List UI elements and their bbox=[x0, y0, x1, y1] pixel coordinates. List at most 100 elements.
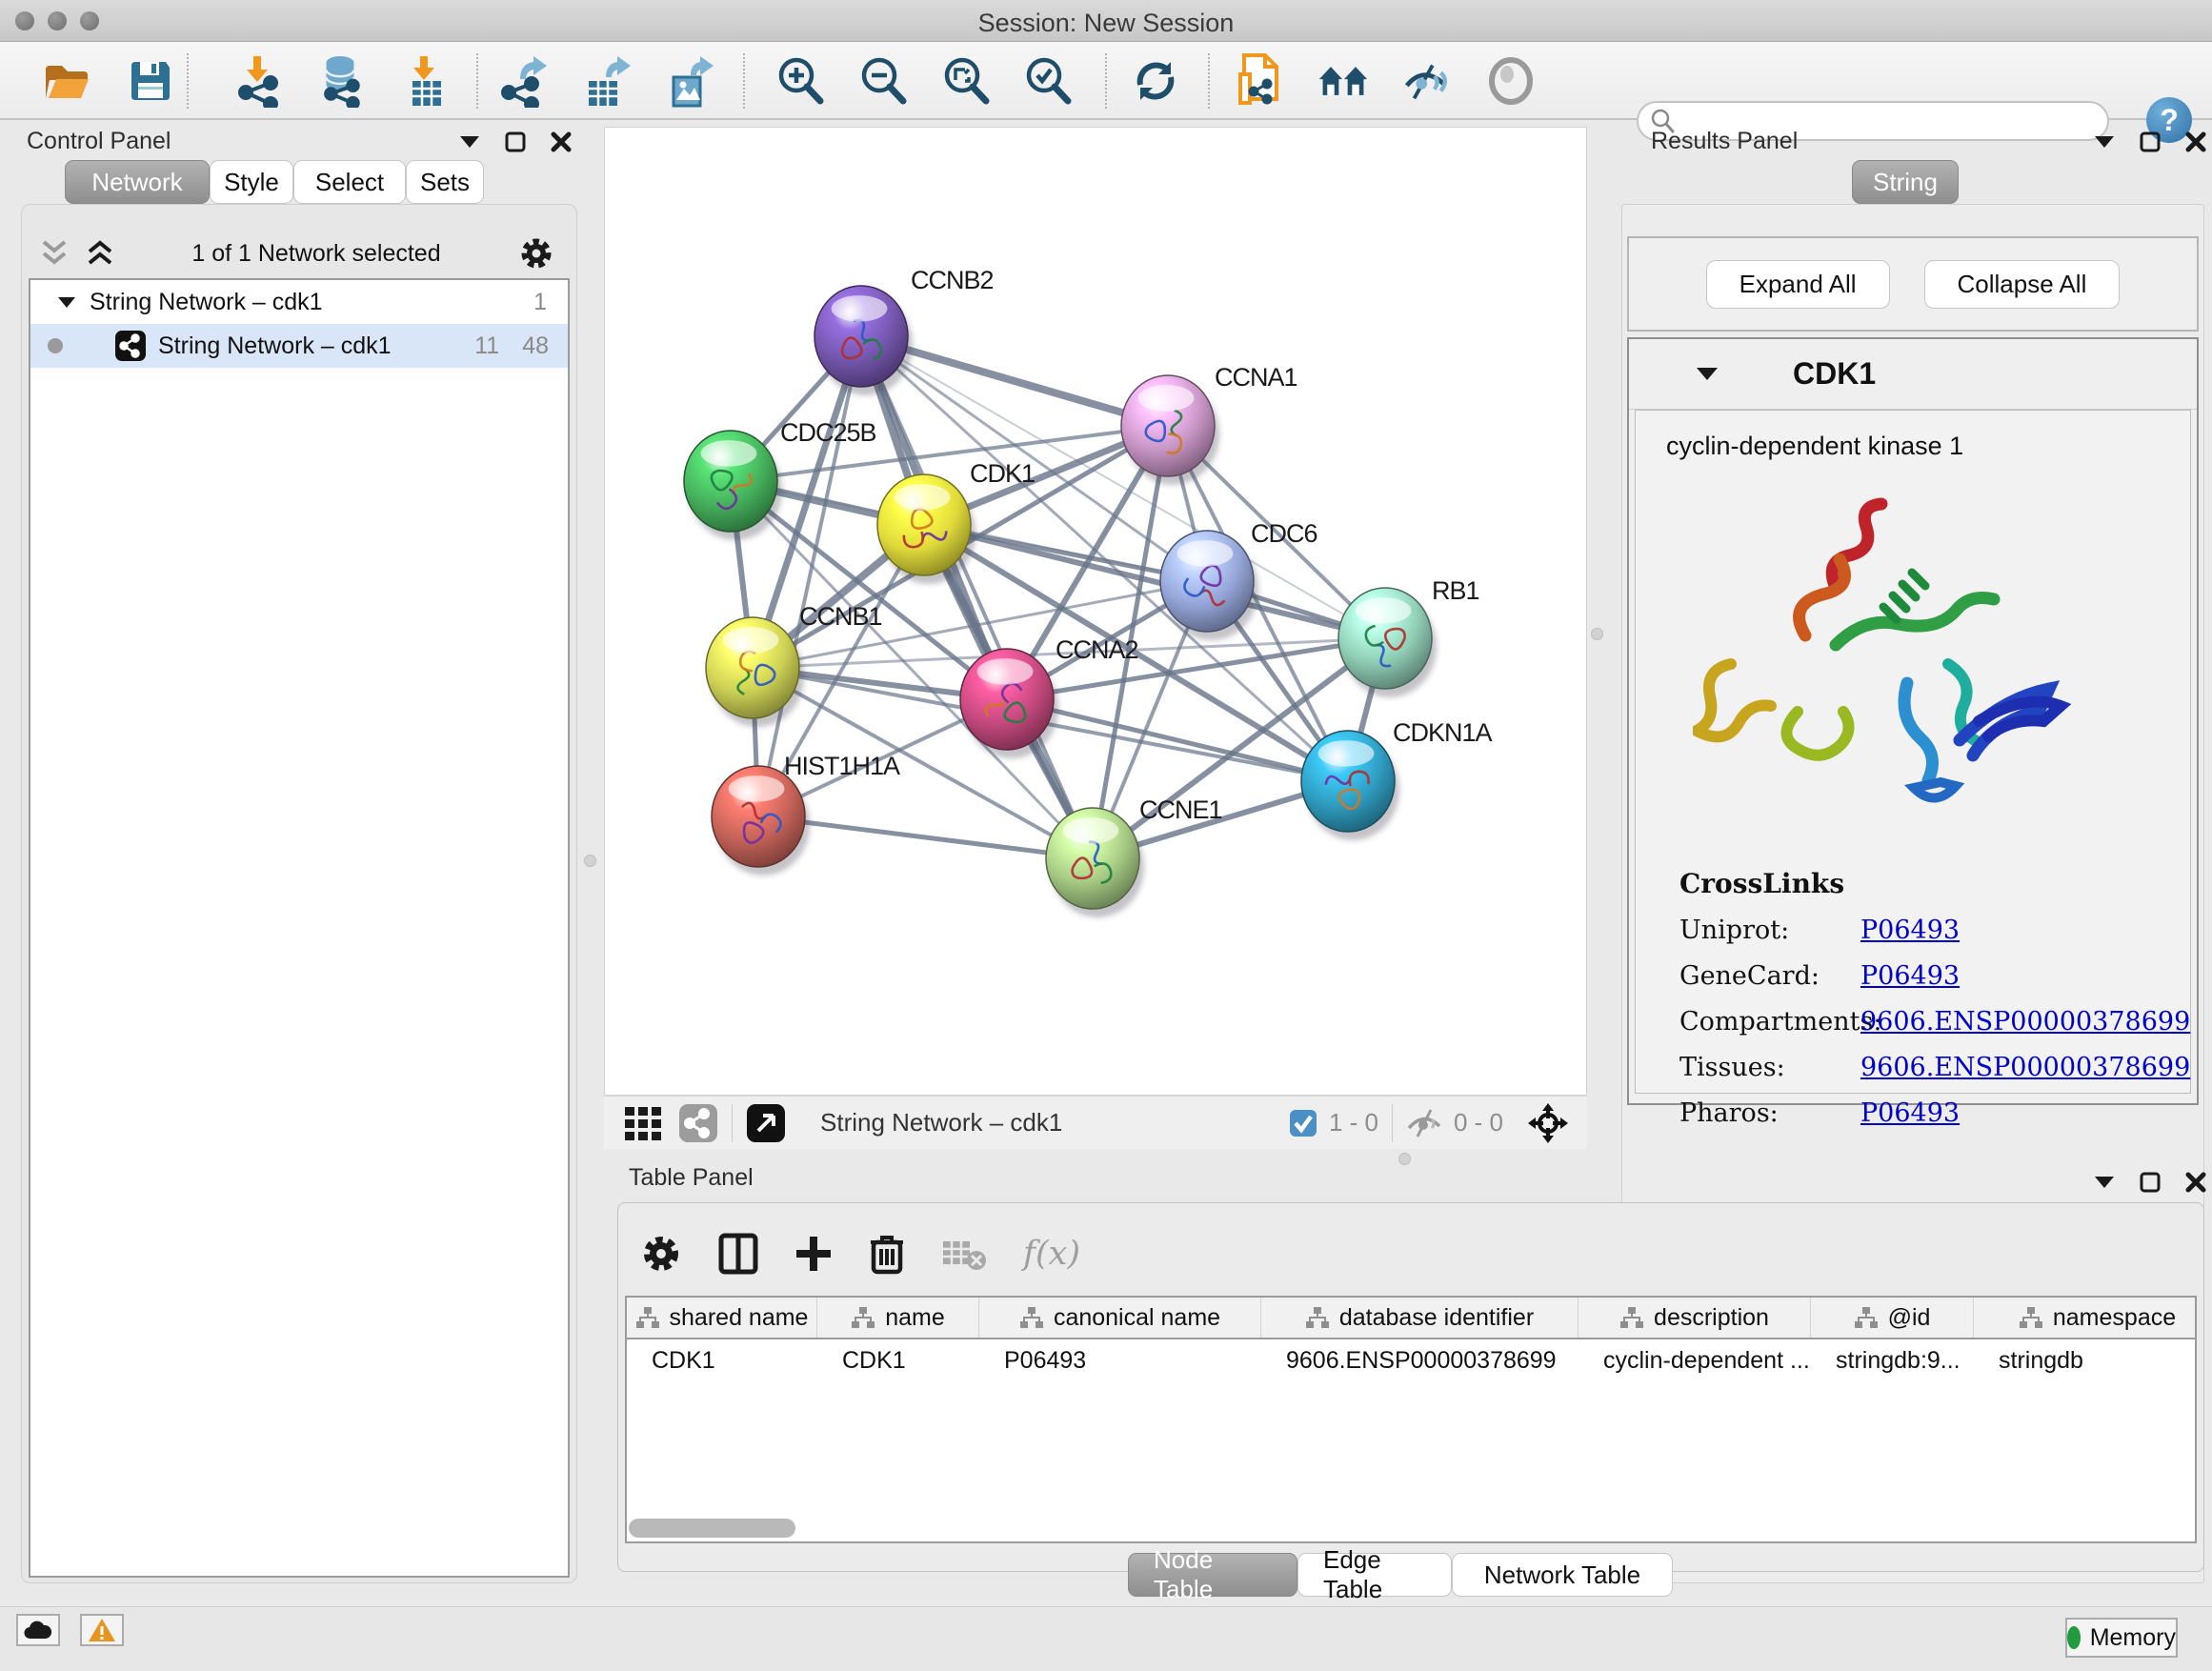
column-header-name[interactable]: name bbox=[817, 1298, 979, 1338]
table-options-gear-icon[interactable] bbox=[640, 1233, 682, 1275]
table-cell[interactable]: stringdb:9... bbox=[1811, 1339, 1974, 1381]
string-home-button[interactable] bbox=[1317, 55, 1369, 107]
network-node-CCNB2[interactable] bbox=[814, 286, 913, 395]
collapse-panel-icon[interactable] bbox=[459, 135, 480, 149]
table-cell[interactable]: CDK1 bbox=[627, 1339, 817, 1381]
import-table-button[interactable] bbox=[400, 55, 452, 107]
table-row[interactable]: CDK1CDK1P064939606.ENSP00000378699cyclin… bbox=[627, 1339, 2195, 1381]
float-panel-icon[interactable] bbox=[505, 131, 526, 152]
import-network-database-button[interactable] bbox=[314, 55, 366, 107]
export-image-button[interactable] bbox=[664, 55, 715, 107]
tree-expand-icon[interactable] bbox=[57, 296, 76, 309]
open-session-button[interactable] bbox=[41, 55, 92, 107]
refresh-view-button[interactable] bbox=[1130, 55, 1181, 107]
close-panel-icon[interactable] bbox=[2185, 1172, 2206, 1193]
tab-select[interactable]: Select bbox=[293, 160, 406, 204]
delete-column-icon[interactable] bbox=[869, 1233, 905, 1275]
save-icon bbox=[128, 58, 173, 104]
grid-view-icon[interactable] bbox=[623, 1103, 663, 1143]
eye-waves-icon bbox=[1401, 57, 1453, 105]
network-row-selected[interactable]: String Network – cdk1 11 48 bbox=[30, 324, 568, 368]
section-collapse-icon[interactable] bbox=[1696, 367, 1719, 381]
column-header--id[interactable]: @id bbox=[1811, 1298, 1974, 1338]
warnings-button[interactable] bbox=[80, 1614, 124, 1646]
network-node-CDC25B[interactable] bbox=[684, 431, 782, 540]
string-import-button[interactable] bbox=[1234, 55, 1285, 107]
toolbar-separator bbox=[187, 53, 189, 109]
expand-all-networks-icon[interactable] bbox=[86, 240, 114, 267]
compartments-link[interactable]: 9606.ENSP00000378699 bbox=[1860, 1007, 2190, 1037]
tab-string-results[interactable]: String bbox=[1852, 160, 1959, 204]
bottom-splitter-handle[interactable] bbox=[1398, 1153, 1411, 1165]
network-collection-row[interactable]: String Network – cdk1 1 bbox=[30, 280, 568, 324]
memory-button[interactable]: Memory bbox=[2065, 1618, 2178, 1658]
close-panel-icon[interactable] bbox=[551, 131, 572, 152]
selected-count-text: 1 - 0 bbox=[1329, 1108, 1378, 1137]
table-cell[interactable]: 9606.ENSP00000378699 bbox=[1261, 1339, 1579, 1381]
float-panel-icon[interactable] bbox=[2140, 1172, 2161, 1193]
uniprot-link[interactable]: P06493 bbox=[1860, 916, 1960, 945]
column-header-namespace[interactable]: namespace bbox=[1974, 1298, 2197, 1338]
table-cell[interactable]: cyclin-dependent ... bbox=[1579, 1339, 1811, 1381]
network-options-gear-icon[interactable] bbox=[518, 235, 554, 272]
tab-style[interactable]: Style bbox=[210, 160, 293, 204]
column-header-description[interactable]: description bbox=[1579, 1298, 1811, 1338]
tab-node-table[interactable]: Node Table bbox=[1128, 1553, 1297, 1597]
column-header-database-identifier[interactable]: database identifier bbox=[1261, 1298, 1579, 1338]
network-node-CCNA2[interactable] bbox=[960, 649, 1058, 758]
selected-checkbox-icon[interactable] bbox=[1289, 1109, 1317, 1137]
collapse-panel-icon[interactable] bbox=[2094, 135, 2115, 149]
collapse-all-networks-icon[interactable] bbox=[40, 240, 69, 267]
protein-section-header[interactable]: CDK1 bbox=[1629, 339, 2197, 410]
hidden-eye-icon[interactable] bbox=[1406, 1107, 1442, 1139]
network-node-CDKN1A[interactable] bbox=[1301, 731, 1399, 840]
column-header-shared-name[interactable]: shared name bbox=[627, 1298, 817, 1338]
zoom-out-button[interactable] bbox=[857, 55, 909, 107]
network-canvas[interactable]: CCNB2CCNA1CDC25BCDK1CDC6RB1CCNB1CCNA2CDK… bbox=[604, 127, 1587, 1096]
network-edge[interactable] bbox=[758, 336, 861, 816]
tab-sets[interactable]: Sets bbox=[406, 160, 484, 204]
export-network-button[interactable] bbox=[497, 55, 549, 107]
right-splitter-handle[interactable] bbox=[1591, 628, 1603, 640]
network-node-CCNE1[interactable] bbox=[1046, 808, 1144, 917]
fit-content-button[interactable] bbox=[940, 55, 992, 107]
save-session-button[interactable] bbox=[125, 55, 176, 107]
network-node-RB1[interactable] bbox=[1338, 588, 1437, 697]
add-column-icon[interactable] bbox=[794, 1235, 833, 1273]
table-cell[interactable]: CDK1 bbox=[817, 1339, 979, 1381]
fit-selected-move-icon[interactable] bbox=[1526, 1101, 1570, 1145]
pharos-link[interactable]: P06493 bbox=[1860, 1098, 1960, 1128]
network-node-HIST1H1A[interactable] bbox=[712, 766, 810, 876]
network-node-CCNA1[interactable] bbox=[1121, 375, 1219, 485]
control-panel-window-controls bbox=[459, 131, 572, 152]
hide-panel-button[interactable] bbox=[1485, 55, 1537, 107]
results-buttons-box: Expand All Collapse All bbox=[1627, 236, 2199, 332]
tab-network-table[interactable]: Network Table bbox=[1452, 1553, 1673, 1597]
left-splitter-handle[interactable] bbox=[584, 855, 596, 867]
export-table-button[interactable] bbox=[581, 55, 633, 107]
enrichment-settings-button[interactable] bbox=[1401, 55, 1453, 107]
column-header-canonical-name[interactable]: canonical name bbox=[979, 1298, 1261, 1338]
collapse-all-button[interactable]: Collapse All bbox=[1924, 260, 2121, 309]
expand-all-button[interactable]: Expand All bbox=[1706, 260, 1890, 309]
zoom-selected-button[interactable] bbox=[1022, 55, 1074, 107]
genecard-link[interactable]: P06493 bbox=[1860, 961, 1960, 991]
string-view-icon[interactable] bbox=[678, 1103, 718, 1143]
tab-network[interactable]: Network bbox=[65, 160, 210, 204]
node-table[interactable]: shared namenamecanonical namedatabase id… bbox=[625, 1296, 2197, 1543]
float-panel-icon[interactable] bbox=[2140, 131, 2161, 152]
import-network-file-button[interactable] bbox=[232, 55, 284, 107]
cloud-status-button[interactable] bbox=[16, 1614, 60, 1646]
table-cell[interactable]: P06493 bbox=[979, 1339, 1261, 1381]
collapse-panel-icon[interactable] bbox=[2094, 1176, 2115, 1189]
network-node-CDK1[interactable] bbox=[877, 474, 975, 584]
tab-edge-table[interactable]: Edge Table bbox=[1297, 1553, 1452, 1597]
houses-icon bbox=[1317, 58, 1369, 104]
tissues-link[interactable]: 9606.ENSP00000378699 bbox=[1860, 1053, 2190, 1082]
zoom-in-button[interactable] bbox=[774, 55, 826, 107]
open-in-window-icon[interactable] bbox=[746, 1103, 786, 1143]
table-horizontal-scrollbar[interactable] bbox=[629, 1519, 795, 1538]
show-columns-icon[interactable] bbox=[718, 1233, 758, 1275]
close-panel-icon[interactable] bbox=[2185, 131, 2206, 152]
table-cell[interactable]: stringdb bbox=[1974, 1339, 2197, 1381]
